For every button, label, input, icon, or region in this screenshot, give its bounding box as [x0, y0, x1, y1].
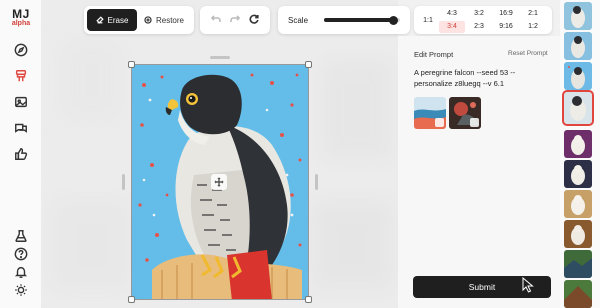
aspect-ratio-picker: 1:1 4:3 3:2 16:9 2:1 3:4 2:3 9:16 1:2 [414, 6, 552, 34]
app-logo[interactable]: MJ alpha [6, 8, 36, 28]
prompt-text[interactable]: A peregrine falcon --seed 53 --personali… [414, 67, 550, 89]
ratio-option[interactable]: 2:1 [520, 8, 546, 20]
history-thumbnail-selected[interactable] [562, 90, 594, 126]
gallery-icon[interactable] [12, 93, 30, 111]
edit-prompt-panel: Edit Prompt Reset Prompt A peregrine fal… [398, 36, 560, 308]
reference-image-2[interactable] [449, 97, 481, 129]
history-thumbnail[interactable] [564, 220, 592, 248]
restore-label: Restore [155, 15, 184, 25]
create-icon[interactable] [12, 67, 30, 85]
undo-button[interactable] [210, 11, 221, 29]
history-thumbnail[interactable] [564, 190, 592, 218]
left-drag-handle[interactable] [122, 174, 125, 190]
mouse-cursor-icon [522, 277, 534, 293]
scale-control: Scale [278, 6, 410, 34]
scale-slider[interactable] [324, 15, 400, 25]
history-controls [200, 6, 270, 34]
erase-label: Erase [107, 15, 129, 25]
theme-icon[interactable] [12, 281, 30, 299]
ratio-grid: 4:3 3:2 16:9 2:1 3:4 2:3 9:16 1:2 [439, 8, 546, 33]
lab-icon[interactable] [12, 227, 30, 245]
panel-title: Edit Prompt [414, 50, 454, 59]
reference-badge-icon [470, 118, 479, 127]
move-icon [214, 177, 224, 187]
ratio-option[interactable]: 4:3 [439, 8, 465, 20]
logo-subtext: alpha [11, 20, 31, 27]
ratio-option[interactable]: 9:16 [493, 21, 519, 33]
move-handle[interactable] [211, 174, 227, 190]
history-thumbnail[interactable] [564, 160, 592, 188]
likes-icon[interactable] [12, 145, 30, 163]
top-drag-handle[interactable] [210, 56, 230, 59]
scale-slider-fill [324, 18, 394, 22]
refresh-icon [249, 14, 259, 24]
right-drag-handle[interactable] [315, 174, 318, 190]
notifications-icon[interactable] [12, 263, 30, 281]
reset-button[interactable] [249, 11, 259, 29]
undo-icon [210, 15, 221, 22]
ratio-option-selected[interactable]: 3:4 [439, 20, 465, 33]
chat-icon[interactable] [12, 119, 30, 137]
history-thumbnail[interactable] [564, 130, 592, 158]
ratio-option[interactable]: 16:9 [493, 8, 519, 20]
restore-button[interactable]: Restore [137, 9, 191, 31]
history-thumbnail[interactable] [564, 280, 592, 308]
resize-handle-top-left[interactable] [128, 61, 135, 68]
reset-prompt-link[interactable]: Reset Prompt [508, 50, 548, 57]
reference-image-1[interactable] [414, 97, 446, 129]
help-icon[interactable] [12, 245, 30, 263]
edit-mode-toggle: Erase Restore [84, 6, 194, 34]
resize-handle-top-right[interactable] [305, 61, 312, 68]
image-history-strip [560, 0, 600, 308]
ratio-option[interactable]: 3:2 [466, 8, 492, 20]
history-thumbnail[interactable] [564, 62, 592, 90]
erase-button[interactable]: Erase [87, 9, 137, 31]
eraser-icon [95, 16, 104, 24]
history-thumbnail[interactable] [564, 32, 592, 60]
logo-text: MJ [12, 7, 30, 21]
left-sidebar: MJ alpha [0, 0, 42, 308]
restore-icon [144, 16, 152, 24]
redo-icon [230, 15, 241, 22]
resize-handle-bottom-right[interactable] [305, 296, 312, 303]
ratio-option[interactable]: 2:3 [466, 21, 492, 33]
history-thumbnail[interactable] [564, 2, 592, 30]
history-thumbnail[interactable] [564, 250, 592, 278]
ratio-option[interactable]: 1:2 [520, 21, 546, 33]
reference-badge-icon [435, 118, 444, 127]
explore-icon[interactable] [12, 41, 30, 59]
resize-handle-bottom-left[interactable] [128, 296, 135, 303]
scale-slider-thumb[interactable] [389, 15, 399, 25]
ratio-1-1[interactable]: 1:1 [417, 17, 439, 24]
redo-button[interactable] [230, 11, 241, 29]
scale-label: Scale [288, 15, 309, 25]
